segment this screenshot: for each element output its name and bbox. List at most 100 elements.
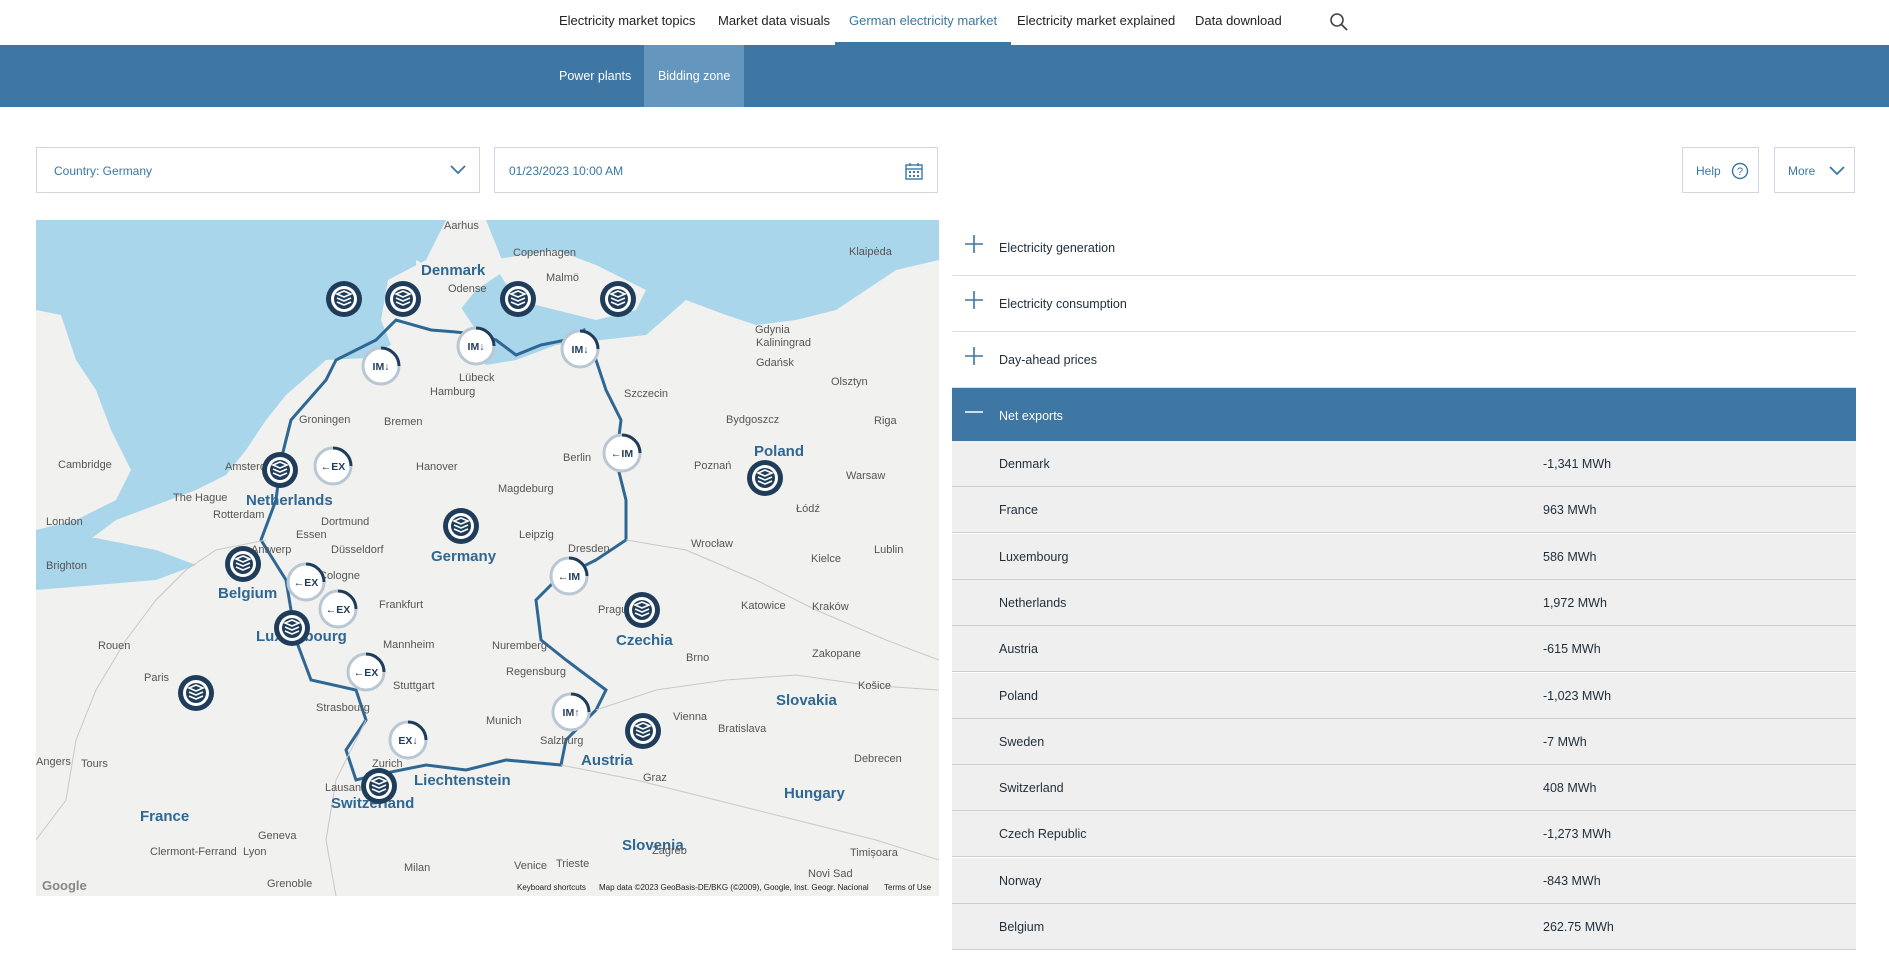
export-marker-icon[interactable]: EX↓ <box>388 720 428 760</box>
map-city-label: Poznań <box>694 460 732 472</box>
map-city-label: Vienna <box>673 711 708 723</box>
svg-text:←EX: ←EX <box>294 577 319 589</box>
sub-navigation: Power plants Bidding zone <box>0 45 1889 107</box>
bidding-zone-map[interactable]: DenmarkNetherlandsBelgiumLuxembourgGerma… <box>36 220 939 896</box>
map-city-label: Nuremberg <box>492 640 548 652</box>
chevron-down-icon <box>1829 166 1845 176</box>
storage-marker-icon[interactable] <box>359 766 399 806</box>
map-city-label: Warsaw <box>846 470 886 482</box>
map-city-label: Malmö <box>546 272 580 284</box>
top-navigation: Electricity market topics Market data vi… <box>0 0 1889 45</box>
map-city-label: Bydgoszcz <box>726 414 780 426</box>
storage-marker-icon[interactable] <box>598 279 638 319</box>
storage-marker-icon[interactable] <box>498 279 538 319</box>
map-city-label: Bratislava <box>718 723 767 735</box>
svg-text:←EX: ←EX <box>321 461 346 473</box>
svg-text:IM↓: IM↓ <box>373 361 390 373</box>
nav-german-electricity-market[interactable]: German electricity market <box>835 0 1012 45</box>
keyboard-shortcuts-link[interactable]: Keyboard shortcuts <box>517 883 586 892</box>
google-logo: Google <box>42 878 87 893</box>
storage-marker-icon[interactable] <box>324 279 364 319</box>
nav-market-data-visuals[interactable]: Market data visuals <box>718 0 830 45</box>
svg-text:IM↓: IM↓ <box>572 344 589 356</box>
storage-marker-icon[interactable] <box>745 458 785 498</box>
row-country: Czech Republic <box>999 827 1087 842</box>
calendar-icon[interactable] <box>905 162 923 180</box>
help-button[interactable]: Help ? <box>1682 147 1759 193</box>
help-label: Help <box>1696 164 1721 178</box>
export-marker-icon[interactable]: ←EX <box>313 446 353 486</box>
country-select[interactable]: Country: Germany <box>36 147 480 193</box>
accordion-net-exports[interactable]: Net exports <box>952 388 1856 444</box>
accordion-electricity-generation[interactable]: Electricity generation <box>952 220 1856 276</box>
accordion-day-ahead-prices[interactable]: Day-ahead prices <box>952 332 1856 388</box>
storage-marker-icon[interactable] <box>260 450 300 490</box>
svg-text:←EX: ←EX <box>326 604 351 616</box>
nav-data-download[interactable]: Data download <box>1195 0 1282 45</box>
accordion-electricity-consumption[interactable]: Electricity consumption <box>952 276 1856 332</box>
table-row: Austria -615 MWh <box>952 626 1856 673</box>
storage-marker-icon[interactable] <box>623 711 663 751</box>
map-city-label: Stuttgart <box>393 680 435 692</box>
export-marker-icon[interactable]: ←EX <box>318 589 358 629</box>
date-time-field[interactable]: 01/23/2023 10:00 AM <box>494 147 938 193</box>
map-city-label: Groningen <box>299 414 351 426</box>
map-city-label: Lublin <box>874 544 904 556</box>
table-row: Norway -843 MWh <box>952 857 1856 904</box>
nav-electricity-market-topics[interactable]: Electricity market topics <box>559 0 696 45</box>
map-city-label: Wrocław <box>691 538 733 550</box>
import-marker-icon[interactable]: ←IM <box>549 556 589 596</box>
export-marker-icon[interactable]: ←EX <box>346 652 386 692</box>
map-city-label: Debrecen <box>854 753 902 765</box>
storage-marker-icon[interactable] <box>223 544 263 584</box>
import-marker-icon[interactable]: IM↓ <box>361 346 401 386</box>
import-marker-icon[interactable]: IM↓ <box>560 329 600 369</box>
map-city-label: Salzburg <box>540 735 584 747</box>
accordion-label: Electricity consumption <box>999 297 1127 311</box>
table-row: Switzerland 408 MWh <box>952 765 1856 812</box>
storage-marker-icon[interactable] <box>383 279 423 319</box>
map-city-label: Hamburg <box>430 386 476 398</box>
map-city-label: Zagreb <box>652 845 687 857</box>
more-button[interactable]: More <box>1774 147 1855 193</box>
row-value: -615 MWh <box>1543 642 1601 657</box>
storage-marker-icon[interactable] <box>622 590 662 630</box>
terms-of-use-link[interactable]: Terms of Use <box>884 883 931 892</box>
table-row: Belgium 262.75 MWh <box>952 904 1856 950</box>
table-row: Poland -1,023 MWh <box>952 672 1856 719</box>
storage-marker-icon[interactable] <box>272 608 312 648</box>
map-city-label: Zakopane <box>812 648 861 660</box>
map-city-label: Košice <box>858 680 892 692</box>
import-marker-icon[interactable]: IM↑ <box>551 692 591 732</box>
import-marker-icon[interactable]: IM↓ <box>456 326 496 366</box>
import-marker-icon[interactable]: ←IM <box>602 433 642 473</box>
svg-text:EX↓: EX↓ <box>398 735 417 747</box>
map-city-label: Novi Sad <box>808 868 853 880</box>
map-city-label: Dresden <box>568 543 610 555</box>
map-city-label: Szczecin <box>624 388 669 400</box>
storage-marker-icon[interactable] <box>441 506 481 546</box>
nav-electricity-market-explained[interactable]: Electricity market explained <box>1017 0 1175 45</box>
tab-power-plants[interactable]: Power plants <box>545 45 645 107</box>
row-value: -843 MWh <box>1543 873 1601 888</box>
map-city-label: Gdańsk <box>756 357 794 369</box>
map-country-label: France <box>140 808 190 825</box>
map-country-label: Liechtenstein <box>414 772 511 789</box>
accordion-label: Day-ahead prices <box>999 353 1097 367</box>
map-city-label: Timișoara <box>850 847 898 859</box>
storage-marker-icon[interactable] <box>176 673 216 713</box>
row-country: Poland <box>999 688 1038 703</box>
map-city-label: Berlin <box>563 452 592 464</box>
row-value: -1,341 MWh <box>1543 457 1612 471</box>
table-row: Denmark -1,341 MWh <box>952 441 1856 487</box>
map-city-label: Cambridge <box>58 459 112 471</box>
map-city-label: Essen <box>296 529 327 541</box>
row-value: 408 MWh <box>1543 781 1597 796</box>
map-city-label: Düsseldorf <box>331 544 384 556</box>
search-icon[interactable] <box>1329 12 1349 32</box>
map-city-label: Kaliningrad <box>756 337 812 349</box>
map-country-label: Netherlands <box>246 492 333 509</box>
tab-bidding-zone[interactable]: Bidding zone <box>644 45 745 107</box>
map-city-label: Riga <box>874 415 897 427</box>
row-value: 586 MWh <box>1543 549 1597 564</box>
